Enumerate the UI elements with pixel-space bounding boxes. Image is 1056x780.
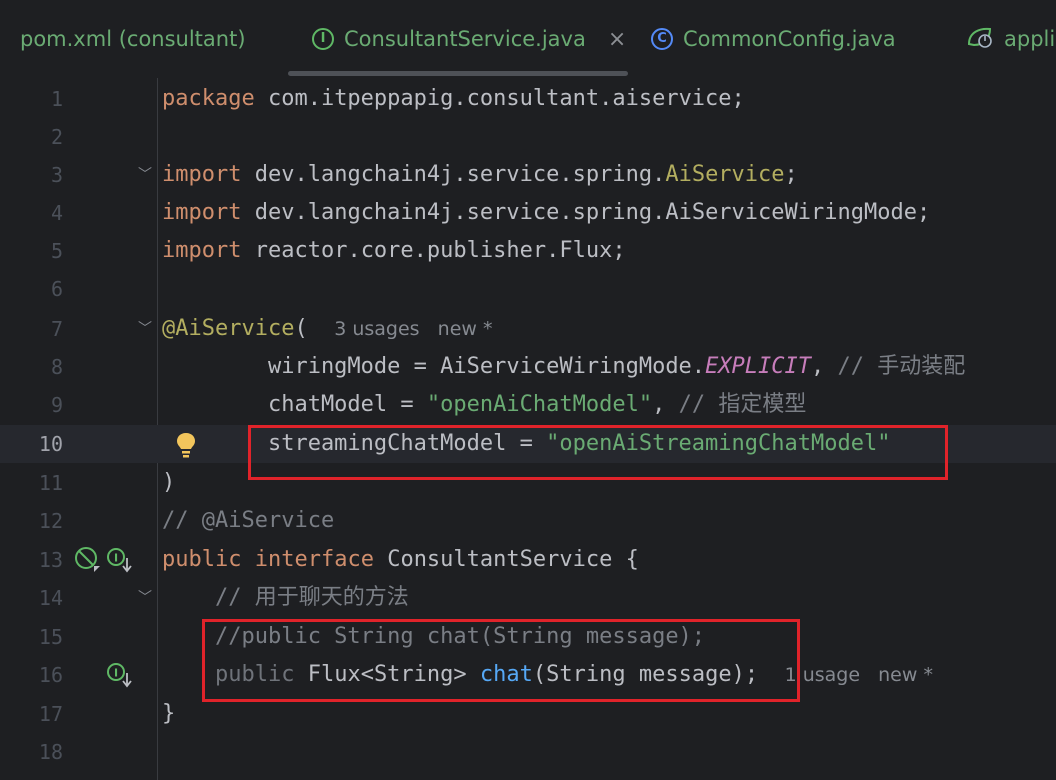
fold-chevron-icon[interactable]: ﹀ bbox=[138, 310, 152, 348]
code-line: 18 bbox=[0, 733, 1056, 771]
line-number: 10 bbox=[38, 432, 63, 456]
highlight-box bbox=[202, 619, 800, 702]
code-line: 3 ﹀ import dev.langchain4j.service.sprin… bbox=[0, 156, 1056, 194]
fold-chevron-icon[interactable]: ﹀ bbox=[138, 579, 152, 617]
code-line: 6 bbox=[0, 270, 1056, 308]
code-text: } bbox=[162, 701, 176, 726]
line-number: 17 bbox=[38, 702, 63, 726]
code-text: public interface ConsultantService { bbox=[162, 547, 639, 572]
line-number: 13 bbox=[38, 548, 63, 572]
code-line: 7 ﹀ @AiService( 3 usages new * bbox=[0, 310, 1056, 348]
code-line: 13 I public interface ConsultantService … bbox=[0, 541, 1056, 579]
implementations-icon[interactable]: I bbox=[106, 547, 134, 579]
tab-application[interactable]: applic bbox=[966, 0, 1056, 78]
close-icon[interactable]: × bbox=[608, 27, 626, 52]
line-number: 15 bbox=[38, 625, 63, 649]
usages-hint[interactable]: 3 usages new * bbox=[334, 318, 492, 340]
line-number: 3 bbox=[50, 163, 63, 187]
code-line: 9 chatModel = "openAiChatModel", // 指定模型 bbox=[0, 386, 1056, 424]
tab-label: ConsultantService.java bbox=[344, 27, 586, 51]
line-number: 2 bbox=[50, 125, 63, 149]
tab-label: pom.xml (consultant) bbox=[20, 27, 246, 51]
no-bean-icon[interactable] bbox=[74, 546, 102, 578]
code-text: import reactor.core.publisher.Flux; bbox=[162, 238, 626, 263]
line-number: 16 bbox=[38, 663, 63, 687]
line-number: 18 bbox=[38, 740, 63, 764]
code-text: @AiService( 3 usages new * bbox=[162, 316, 493, 341]
usages-hint[interactable]: 1 usage new * bbox=[785, 664, 933, 686]
fold-chevron-icon[interactable]: ﹀ bbox=[138, 156, 152, 194]
code-text: import dev.langchain4j.service.spring.Ai… bbox=[162, 200, 931, 225]
code-text: wiringMode = AiServiceWiringMode.EXPLICI… bbox=[162, 354, 966, 379]
code-line: 8 wiringMode = AiServiceWiringMode.EXPLI… bbox=[0, 348, 1056, 386]
line-number: 14 bbox=[38, 586, 63, 610]
tab-label: applic bbox=[1004, 27, 1056, 51]
line-number: 11 bbox=[38, 471, 63, 495]
highlight-box bbox=[248, 425, 948, 480]
line-number: 9 bbox=[50, 393, 63, 417]
svg-text:I: I bbox=[114, 667, 118, 680]
code-text: ) bbox=[162, 470, 176, 495]
tab-consultant-service[interactable]: I ConsultantService.java × bbox=[312, 0, 626, 78]
line-number: 4 bbox=[50, 201, 63, 225]
code-editor[interactable]: 1 package com.itpeppapig.consultant.aise… bbox=[0, 78, 1056, 780]
code-line: 2 bbox=[0, 118, 1056, 156]
code-text: chatModel = "openAiChatModel", // 指定模型 bbox=[162, 392, 807, 417]
tab-common-config[interactable]: C CommonConfig.java bbox=[651, 0, 896, 78]
interface-icon: I bbox=[312, 28, 334, 50]
active-tab-indicator bbox=[288, 71, 628, 76]
tab-pom-xml[interactable]: pom.xml (consultant) bbox=[20, 0, 246, 78]
code-text: import dev.langchain4j.service.spring.Ai… bbox=[162, 162, 798, 187]
line-number: 8 bbox=[50, 355, 63, 379]
implementations-icon[interactable]: I bbox=[106, 662, 134, 694]
code-line: 1 package com.itpeppapig.consultant.aise… bbox=[0, 80, 1056, 118]
code-line: 12 // @AiService bbox=[0, 502, 1056, 540]
code-comment: // 用于聊天的方法 bbox=[162, 585, 409, 610]
line-number: 5 bbox=[50, 239, 63, 263]
line-number: 12 bbox=[38, 509, 63, 533]
editor-tab-bar: pom.xml (consultant) I ConsultantService… bbox=[0, 0, 1056, 78]
line-number: 6 bbox=[50, 277, 63, 301]
tab-label: CommonConfig.java bbox=[683, 27, 896, 51]
code-text: package com.itpeppapig.consultant.aiserv… bbox=[162, 86, 745, 111]
code-line: 5 import reactor.core.publisher.Flux; bbox=[0, 232, 1056, 270]
code-line: 14 ﹀ // 用于聊天的方法 bbox=[0, 579, 1056, 617]
code-line: 4 import dev.langchain4j.service.spring.… bbox=[0, 194, 1056, 232]
svg-text:I: I bbox=[114, 552, 118, 565]
class-icon: C bbox=[651, 28, 673, 50]
line-number: 1 bbox=[50, 87, 63, 111]
spring-app-icon bbox=[966, 24, 996, 55]
code-comment: // @AiService bbox=[162, 508, 335, 533]
line-number: 7 bbox=[50, 317, 63, 341]
